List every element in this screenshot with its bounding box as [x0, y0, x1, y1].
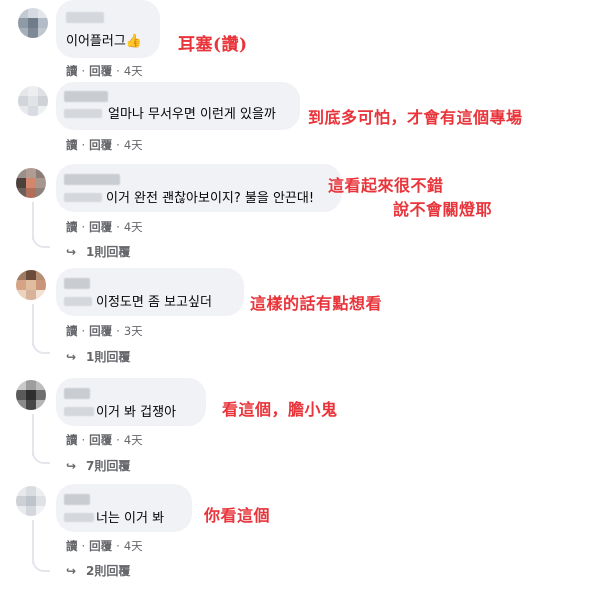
comment-bubble: 얼마나 무서우면 이런게 있을까 — [56, 82, 300, 130]
comment-3: 이거 완전 괜찮아보이지? 불을 안끈대! 讀 · 回覆 · 4天 ↪ 1則回覆 這看起來… — [0, 160, 597, 260]
comment-2: 얼마나 무서우면 이런게 있을까 讀 · 回覆 · 4天 到底多可怕，才會有這個專場 — [0, 80, 597, 160]
reply-action[interactable]: 回覆 — [89, 64, 112, 78]
view-replies-link[interactable]: ↪ 7則回覆 — [66, 457, 130, 474]
comment-time[interactable]: 4天 — [124, 138, 143, 152]
comment-bubble: 이거 완전 괜찮아보이지? 불을 안끈대! — [56, 164, 342, 212]
reply-action[interactable]: 回覆 — [89, 539, 112, 553]
like-action[interactable]: 讀 — [66, 64, 78, 78]
comment-time[interactable]: 4天 — [124, 220, 143, 234]
reply-arrow-icon: ↪ — [66, 350, 77, 364]
translation-annotation: 耳塞(讚) — [178, 35, 248, 55]
comment-1: 이어플러그👍 讀 · 回覆 · 4天 耳塞(讚) — [0, 0, 597, 80]
comment-text: 이어플러그👍 — [66, 34, 142, 49]
like-action[interactable]: 讀 — [66, 324, 78, 338]
reply-arrow-icon: ↪ — [66, 564, 77, 578]
comment-text: 이정도면 좀 보고싶더 — [96, 295, 212, 310]
commenter-name-blurred[interactable] — [64, 407, 94, 416]
avatar[interactable] — [16, 380, 46, 410]
commenter-name-blurred[interactable] — [64, 193, 102, 202]
commenter-name-blurred[interactable] — [66, 12, 104, 23]
view-replies-link[interactable]: ↪ 1則回覆 — [66, 348, 130, 365]
comment-6: 너는 이거 봐 讀 · 回覆 · 4天 ↪ 2則回覆 你看這個 — [0, 480, 597, 598]
comment-bubble: 이거 봐 겁쟁아 — [56, 378, 206, 426]
view-replies-link[interactable]: ↪ 2則回覆 — [66, 562, 130, 579]
comment-actions: 讀 · 回覆 · 4天 — [66, 138, 143, 152]
comment-bubble: 이정도면 좀 보고싶더 — [56, 268, 244, 316]
like-action[interactable]: 讀 — [66, 138, 78, 152]
reply-action[interactable]: 回覆 — [89, 324, 112, 338]
commenter-name-blurred[interactable] — [64, 109, 102, 118]
comment-time[interactable]: 4天 — [124, 64, 143, 78]
translation-annotation: 你看這個 — [204, 506, 271, 525]
thumbs-up-emoji: 👍 — [125, 34, 142, 49]
translation-annotation: 這看起來很不錯 — [328, 176, 444, 195]
comment-text: 이거 봐 겁쟁아 — [96, 405, 177, 420]
reply-arrow-icon: ↪ — [66, 459, 77, 473]
reply-arrow-icon: ↪ — [66, 245, 77, 259]
comment-5: 이거 봐 겁쟁아 讀 · 回覆 · 4天 ↪ 7則回覆 看這個，膽小鬼 — [0, 370, 597, 478]
comment-actions: 讀 · 回覆 · 4天 — [66, 539, 143, 553]
avatar[interactable] — [16, 270, 46, 300]
translation-annotation: 到底多可怕，才會有這個專場 — [308, 108, 523, 127]
avatar[interactable] — [16, 168, 46, 198]
comment-time[interactable]: 4天 — [124, 433, 143, 447]
comment-actions: 讀 · 回覆 · 4天 — [66, 64, 143, 78]
commenter-name-blurred[interactable] — [64, 513, 94, 522]
like-action[interactable]: 讀 — [66, 539, 78, 553]
comment-time[interactable]: 4天 — [124, 539, 143, 553]
comment-bubble: 너는 이거 봐 — [56, 484, 192, 532]
comment-text: 이거 완전 괜찮아보이지? 불을 안끈대! — [106, 191, 315, 206]
comment-bubble: 이어플러그👍 — [56, 0, 160, 58]
commenter-name-blurred[interactable] — [64, 494, 90, 505]
thread-connector — [32, 340, 50, 354]
translation-annotation: 看這個，膽小鬼 — [222, 400, 338, 419]
comment-actions: 讀 · 回覆 · 4天 — [66, 220, 143, 234]
view-replies-link[interactable]: ↪ 1則回覆 — [66, 243, 130, 260]
avatar[interactable] — [18, 8, 48, 38]
translation-annotation: 說不會關燈耶 — [393, 200, 493, 219]
commenter-name-blurred[interactable] — [64, 91, 108, 102]
like-action[interactable]: 讀 — [66, 433, 78, 447]
thread-connector — [32, 450, 50, 464]
like-action[interactable]: 讀 — [66, 220, 78, 234]
commenter-name-blurred[interactable] — [64, 278, 90, 289]
reply-action[interactable]: 回覆 — [89, 138, 112, 152]
comment-actions: 讀 · 回覆 · 3天 — [66, 324, 143, 338]
avatar[interactable] — [16, 486, 46, 516]
thread-connector — [32, 234, 50, 248]
reply-action[interactable]: 回覆 — [89, 433, 112, 447]
translation-annotation: 這樣的話有點想看 — [250, 294, 383, 313]
comment-time[interactable]: 3天 — [124, 324, 143, 338]
avatar[interactable] — [18, 86, 48, 116]
commenter-name-blurred[interactable] — [64, 174, 120, 185]
commenter-name-blurred[interactable] — [64, 297, 92, 306]
thread-connector — [32, 558, 50, 572]
comment-text: 얼마나 무서우면 이런게 있을까 — [108, 107, 276, 122]
reply-action[interactable]: 回覆 — [89, 220, 112, 234]
comment-4: 이정도면 좀 보고싶더 讀 · 回覆 · 3天 ↪ 1則回覆 這樣的話有點想看 — [0, 262, 597, 368]
comment-text: 너는 이거 봐 — [96, 511, 165, 526]
comment-actions: 讀 · 回覆 · 4天 — [66, 433, 143, 447]
commenter-name-blurred[interactable] — [64, 388, 90, 399]
